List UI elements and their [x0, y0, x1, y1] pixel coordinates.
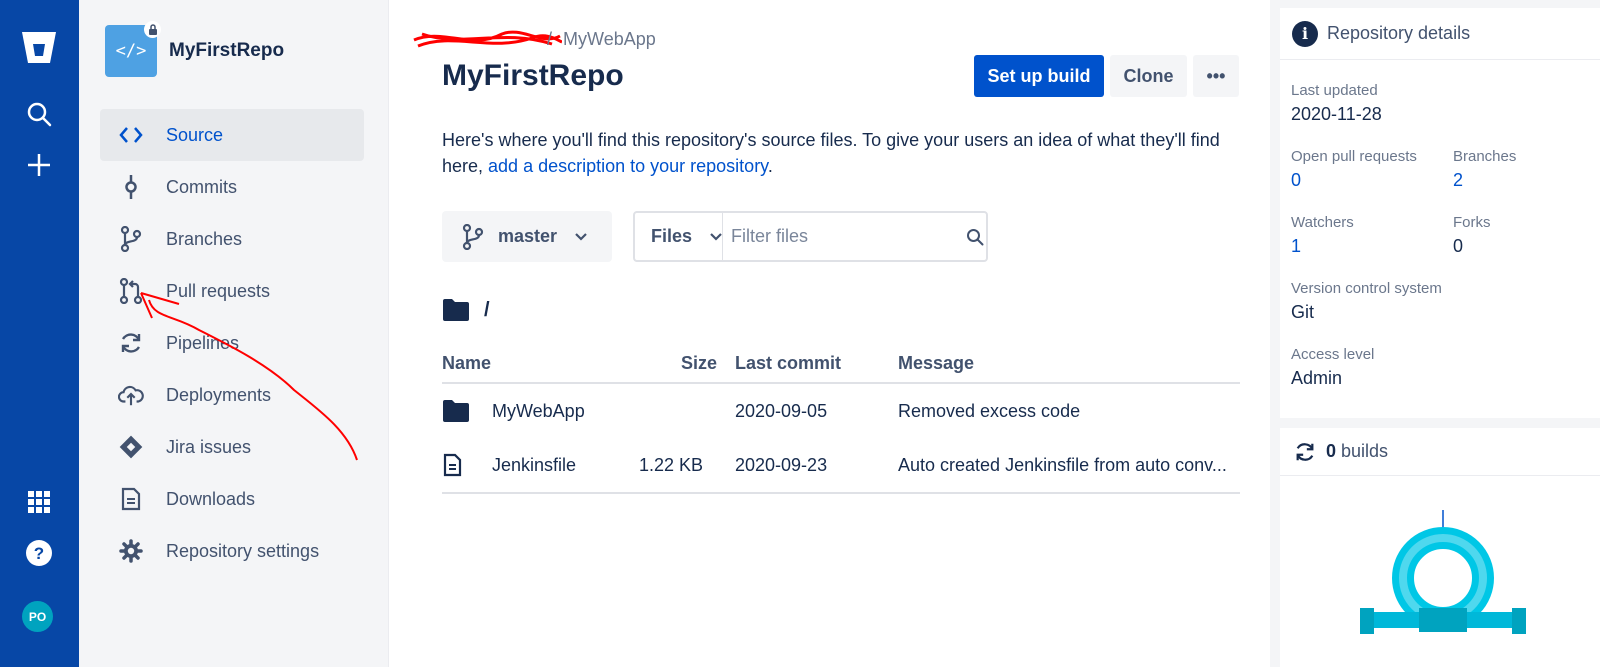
detail-label: Forks: [1453, 214, 1491, 231]
clone-button[interactable]: Clone: [1110, 55, 1187, 97]
commit-message[interactable]: Removed excess code: [898, 401, 1228, 422]
svg-text:?: ?: [34, 544, 44, 563]
branch-selector[interactable]: master: [442, 211, 612, 262]
branch-name: master: [498, 226, 558, 246]
watchers-link[interactable]: 1: [1291, 236, 1354, 257]
right-panel: i Repository details Last updated 2020-1…: [1270, 0, 1600, 667]
main-content: / MyWebApp MyFirstRepo Set up build Clon…: [390, 0, 1270, 667]
info-icon: i: [1292, 20, 1318, 47]
detail-branches: Branches 2: [1453, 148, 1516, 191]
avatar[interactable]: PO: [22, 601, 53, 632]
detail-label: Open pull requests: [1291, 148, 1417, 165]
file-size-cell: [622, 383, 735, 438]
branches-link[interactable]: 2: [1453, 170, 1516, 191]
detail-value: 2020-11-28: [1291, 104, 1382, 124]
more-actions-button[interactable]: •••: [1193, 55, 1239, 97]
add-description-link[interactable]: add a description to your repository: [488, 156, 768, 176]
table-row[interactable]: MyWebApp 2020-09-05 Removed excess code: [442, 383, 1240, 438]
pipelines-illustration: [1360, 510, 1526, 634]
chevron-down-icon: [710, 232, 722, 241]
details-header[interactable]: i Repository details: [1280, 8, 1600, 60]
global-nav: ? PO: [0, 0, 79, 667]
file-table: Name Size Last commit Message MyWebApp 2…: [442, 345, 1240, 494]
app-switcher-icon[interactable]: [18, 481, 60, 523]
breadcrumb-separator: /: [547, 29, 553, 49]
annotation-arrow: [140, 292, 358, 461]
filter-type-dropdown[interactable]: Files: [635, 213, 724, 260]
last-commit-cell: 2020-09-23: [735, 438, 898, 494]
table-row[interactable]: Jenkinsfile 1.22 KB 2020-09-23 Auto crea…: [442, 438, 1240, 494]
set-up-build-button[interactable]: Set up build: [974, 55, 1104, 97]
sidebar-item-label: Downloads: [166, 488, 256, 509]
chevron-down-icon: [575, 232, 587, 241]
folder-icon: [442, 298, 470, 322]
message-cell: Auto created Jenkinsfile from auto conv.…: [898, 438, 1240, 494]
detail-access-level: Access level Admin: [1291, 346, 1374, 389]
last-commit-cell: 2020-09-05: [735, 400, 828, 421]
breadcrumb-project-link[interactable]: MyWebApp: [563, 29, 656, 49]
column-header-message[interactable]: Message: [898, 345, 1240, 384]
detail-value: 0: [1453, 236, 1464, 256]
detail-forks: Forks 0: [1453, 214, 1491, 257]
create-plus-icon[interactable]: [18, 144, 60, 186]
description-end: .: [767, 156, 773, 176]
page-title: MyFirstRepo: [442, 59, 624, 92]
detail-label: Access level: [1291, 346, 1375, 363]
detail-last-updated: Last updated 2020-11-28: [1291, 82, 1382, 125]
repository-sidebar: </> MyFirstRepo Source Commits Branches: [79, 0, 389, 667]
file-filter: Files: [633, 211, 988, 262]
builds-label: builds: [1341, 441, 1389, 461]
column-header-last-commit[interactable]: Last commit: [735, 345, 898, 384]
search-icon[interactable]: [963, 228, 986, 246]
sidebar-item-downloads[interactable]: Downloads: [100, 473, 364, 525]
gear-icon: [118, 538, 144, 564]
branch-icon: [462, 223, 484, 250]
detail-version-control: Version control system Git: [1291, 280, 1442, 323]
help-icon[interactable]: ?: [18, 532, 60, 574]
search-icon[interactable]: [18, 93, 60, 135]
detail-value: Admin: [1291, 368, 1343, 388]
column-header-size[interactable]: Size: [622, 345, 735, 384]
file-name-link[interactable]: Jenkinsfile: [492, 455, 576, 476]
repository-details-card: i Repository details Last updated 2020-1…: [1280, 8, 1600, 418]
builds-card: 0 builds: [1280, 428, 1600, 667]
document-icon: [118, 486, 144, 512]
detail-watchers: Watchers 1: [1291, 214, 1354, 257]
builds-header[interactable]: 0 builds: [1280, 428, 1600, 476]
table-header-row: Name Size Last commit Message: [442, 345, 1240, 384]
file-size-cell: 1.22 KB: [622, 438, 735, 494]
current-path: /: [442, 298, 490, 322]
detail-open-pull-requests: Open pull requests 0: [1291, 148, 1417, 191]
message-cell: Removed excess code: [898, 383, 1240, 438]
file-icon: [442, 453, 472, 477]
open-prs-link[interactable]: 0: [1291, 170, 1417, 191]
repo-description: Here's where you'll find this repository…: [442, 127, 1242, 179]
filter-files-input[interactable]: [723, 213, 964, 260]
file-name-link[interactable]: MyWebApp: [492, 401, 585, 422]
detail-label: Last updated: [1291, 82, 1378, 99]
file-name-cell: MyWebApp: [442, 383, 622, 438]
pipelines-icon: [1294, 441, 1316, 463]
column-header-name[interactable]: Name: [442, 345, 622, 384]
bitbucket-logo-icon[interactable]: [18, 26, 60, 68]
filter-type-label: Files: [651, 226, 693, 246]
detail-label: Watchers: [1291, 214, 1354, 231]
builds-count: 0: [1326, 441, 1337, 461]
breadcrumb: / MyWebApp: [435, 29, 656, 50]
sidebar-item-label: Repository settings: [166, 540, 320, 561]
path-root[interactable]: /: [484, 299, 490, 322]
detail-label: Branches: [1453, 148, 1517, 165]
commit-message[interactable]: Auto created Jenkinsfile from auto conv.…: [898, 455, 1228, 476]
details-title: Repository details: [1327, 23, 1471, 43]
folder-icon: [442, 399, 472, 423]
file-name-cell: Jenkinsfile: [442, 438, 622, 494]
detail-label: Version control system: [1291, 280, 1442, 297]
detail-value: Git: [1291, 302, 1315, 322]
ellipsis-icon: •••: [1206, 65, 1226, 86]
sidebar-item-repository-settings[interactable]: Repository settings: [100, 525, 364, 577]
